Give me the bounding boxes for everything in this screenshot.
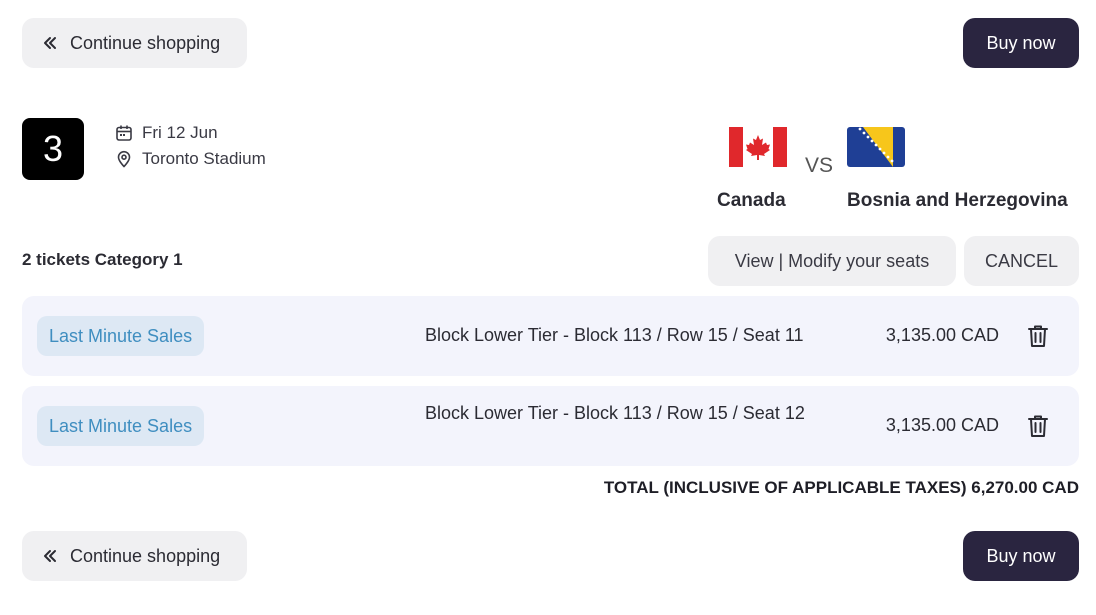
ticket-row: Last Minute Sales Block Lower Tier - Blo… [22, 296, 1079, 376]
double-chevron-left-icon [40, 33, 60, 53]
home-team-name: Canada [717, 190, 786, 211]
sale-badge: Last Minute Sales [37, 316, 205, 356]
continue-shopping-button[interactable]: Continue shopping [22, 531, 247, 581]
canada-flag-icon [729, 127, 787, 167]
trash-icon[interactable] [1025, 323, 1051, 349]
continue-shopping-button[interactable]: Continue shopping [22, 18, 247, 68]
match-venue-row: Toronto Stadium [115, 146, 266, 172]
order-total: TOTAL (INCLUSIVE OF APPLICABLE TAXES) 6,… [603, 478, 1079, 497]
tickets-header: 2 tickets Category 1 View | Modify your … [22, 236, 1079, 286]
buy-now-button[interactable]: Buy now [963, 18, 1079, 68]
match-meta: Fri 12 Jun Toronto Stadium [115, 120, 266, 172]
match-number: 3 [22, 118, 84, 180]
match-info: 3 Fri 12 Jun Toronto Stadium VS Canada B… [22, 118, 1079, 218]
tickets-summary: 2 tickets Category 1 [22, 250, 183, 269]
sale-badge: Last Minute Sales [37, 406, 205, 446]
seat-description: Block Lower Tier - Block 113 / Row 15 / … [425, 325, 804, 345]
match-date: Fri 12 Jun [142, 123, 218, 142]
teams: VS Canada Bosnia and Herzegovina [717, 118, 1079, 218]
ticket-price: 3,135.00 CAD [885, 325, 999, 345]
ticket-price: 3,135.00 CAD [885, 415, 999, 435]
bottom-action-bar: Continue shopping Buy now [22, 531, 1079, 581]
calendar-icon [115, 124, 133, 142]
away-team-name: Bosnia and Herzegovina [847, 190, 1068, 211]
bosnia-flag-icon [847, 127, 905, 167]
cancel-button[interactable]: CANCEL [964, 236, 1079, 286]
ticket-row: Last Minute Sales Block Lower Tier - Blo… [22, 386, 1079, 466]
continue-shopping-label: Continue shopping [70, 545, 221, 566]
trash-icon[interactable] [1025, 413, 1051, 439]
match-date-row: Fri 12 Jun [115, 120, 266, 146]
double-chevron-left-icon [40, 546, 60, 566]
match-venue: Toronto Stadium [142, 149, 266, 168]
top-action-bar: Continue shopping Buy now [22, 18, 1079, 68]
seat-description: Block Lower Tier - Block 113 / Row 15 / … [425, 403, 805, 423]
location-pin-icon [115, 150, 133, 168]
modify-seats-button[interactable]: View | Modify your seats [708, 236, 956, 286]
buy-now-button[interactable]: Buy now [963, 531, 1079, 581]
continue-shopping-label: Continue shopping [70, 32, 221, 53]
vs-label: VS [805, 154, 834, 177]
